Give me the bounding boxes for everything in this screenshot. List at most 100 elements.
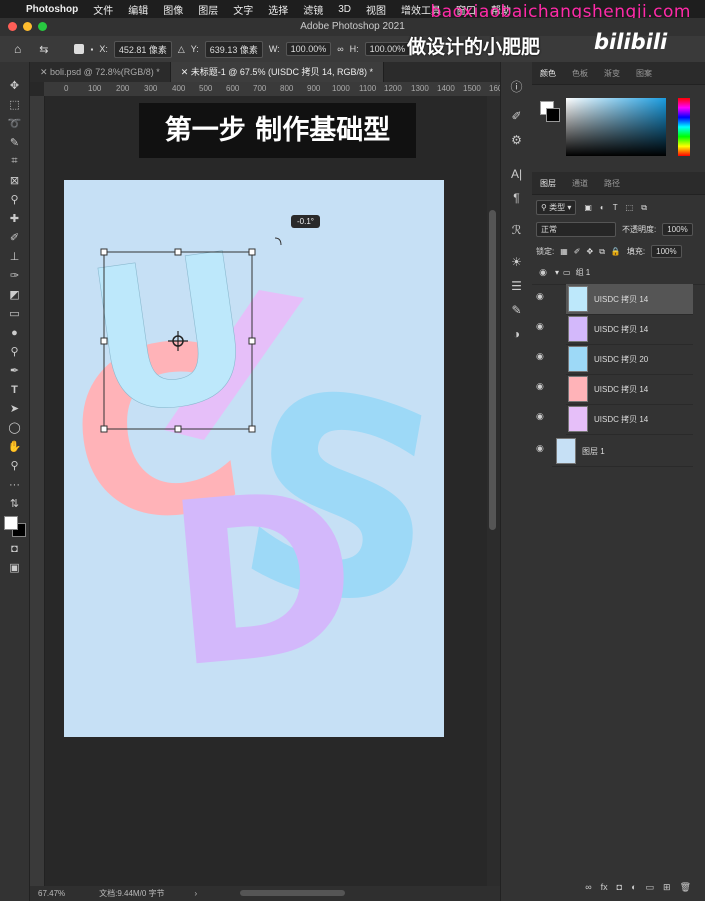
transform-handle[interactable] xyxy=(100,425,108,433)
transform-handle[interactable] xyxy=(174,425,182,433)
menu-app[interactable]: Photoshop xyxy=(26,4,78,15)
background-swatch[interactable] xyxy=(546,108,560,122)
filter-type-icon[interactable]: T xyxy=(613,203,618,212)
glyphs-icon[interactable]: ℛ xyxy=(501,218,532,242)
tab-patterns[interactable]: 图案 xyxy=(628,68,660,79)
healing-tool-icon[interactable]: ✚ xyxy=(0,209,29,228)
horizontal-ruler[interactable]: 0 100 200 300 400 500 600 700 800 900 10… xyxy=(44,82,500,97)
menu-view[interactable]: 视图 xyxy=(366,2,386,17)
lock-artboard-icon[interactable]: ⧉ xyxy=(599,247,605,257)
height-field[interactable]: 100.00% xyxy=(364,42,411,56)
brush-tool-icon[interactable]: ✐ xyxy=(0,228,29,247)
menu-type[interactable]: 文字 xyxy=(233,2,253,17)
swap-colors-icon[interactable]: ⇅ xyxy=(0,494,29,513)
new-group-icon[interactable]: ▭ xyxy=(646,882,655,893)
opacity-field[interactable]: 100% xyxy=(662,223,693,236)
close-window-button[interactable] xyxy=(8,22,17,31)
x-position-field[interactable]: 452.81 像素 xyxy=(113,40,172,58)
transform-handle[interactable] xyxy=(174,248,182,256)
adjustment-layer-icon[interactable]: ◐ xyxy=(631,882,636,893)
layer-row[interactable]: UISDC 拷贝 20 xyxy=(566,344,693,375)
document-info[interactable]: 文档:9.44M/0 字节 xyxy=(99,888,164,899)
visibility-eye-icon[interactable]: ◉ xyxy=(536,381,544,392)
lock-transparent-icon[interactable]: ▦ xyxy=(560,247,568,256)
reference-point-checkbox[interactable] xyxy=(74,44,85,54)
tab-gradients[interactable]: 渐变 xyxy=(596,68,628,79)
history-brush-icon[interactable]: ✑ xyxy=(0,266,29,285)
move-tool-preset-icon[interactable]: ⇆ xyxy=(39,43,48,56)
marquee-tool-icon[interactable]: ⬚ xyxy=(0,95,29,114)
layer-group[interactable]: ◉ ▾ ▭ 组 1 xyxy=(532,260,705,285)
filter-smart-icon[interactable]: ⧉ xyxy=(641,203,647,213)
layer-style-icon[interactable]: fx xyxy=(601,882,608,893)
link-icon[interactable]: ∞ xyxy=(337,44,343,54)
transform-handle[interactable] xyxy=(248,425,256,433)
adjustments-icon[interactable]: ⚙ xyxy=(501,128,532,152)
minimize-window-button[interactable] xyxy=(23,22,32,31)
delete-layer-icon[interactable]: 🗑 xyxy=(680,882,691,893)
chevron-right-icon[interactable]: › xyxy=(195,889,198,898)
home-icon[interactable]: ⌂ xyxy=(14,42,21,56)
more-tools-icon[interactable]: ··· xyxy=(0,475,29,494)
new-layer-icon[interactable]: ⊞ xyxy=(663,882,671,893)
tab-color[interactable]: 颜色 xyxy=(532,68,564,79)
tab-swatches[interactable]: 色板 xyxy=(564,68,596,79)
screen-mode-icon[interactable]: ▣ xyxy=(0,558,29,577)
tab-layers[interactable]: 图层 xyxy=(532,178,564,189)
quick-mask-icon[interactable]: ◘ xyxy=(0,539,29,558)
menu-select[interactable]: 选择 xyxy=(268,2,288,17)
zoom-level[interactable]: 67.47% xyxy=(38,889,65,898)
width-field[interactable]: 100.00% xyxy=(285,42,332,56)
shape-tool-icon[interactable]: ◯ xyxy=(0,418,29,437)
visibility-eye-icon[interactable]: ◉ xyxy=(536,291,544,302)
layer-row[interactable]: 图层 1 xyxy=(552,436,693,467)
path-select-tool-icon[interactable]: ➤ xyxy=(0,399,29,418)
layer-filter-select[interactable]: ⚲ 类型 ▾ xyxy=(536,200,577,215)
layer-row[interactable]: UISDC 拷贝 14 xyxy=(566,404,693,435)
move-tool-icon[interactable]: ✥ xyxy=(0,76,29,95)
quick-select-tool-icon[interactable]: ✎ xyxy=(0,133,29,152)
libraries-icon[interactable]: ✎ xyxy=(501,298,532,322)
filter-adjust-icon[interactable]: ◐ xyxy=(600,203,605,212)
crop-tool-icon[interactable]: ⌗ xyxy=(0,152,29,171)
brush-settings-icon[interactable]: ✐ xyxy=(501,104,532,128)
paragraph-icon[interactable]: ¶ xyxy=(501,186,532,210)
close-tab-icon[interactable]: ✕ xyxy=(181,67,191,77)
properties-icon[interactable]: ☰ xyxy=(501,274,532,298)
lasso-tool-icon[interactable]: ➰ xyxy=(0,114,29,133)
lock-position-icon[interactable]: ✥ xyxy=(587,247,594,256)
eyedropper-tool-icon[interactable]: ⚲ xyxy=(0,190,29,209)
vertical-scroll-thumb[interactable] xyxy=(489,210,496,530)
lock-image-icon[interactable]: ✐ xyxy=(574,247,581,256)
hand-tool-icon[interactable]: ✋ xyxy=(0,437,29,456)
tab-paths[interactable]: 路径 xyxy=(596,178,628,189)
visibility-eye-icon[interactable]: ◉ xyxy=(536,443,544,454)
character-icon[interactable]: A| xyxy=(501,162,532,186)
tab-boli[interactable]: ✕ boli.psd @ 72.8%(RGB/8) * xyxy=(30,62,171,82)
menu-layer[interactable]: 图层 xyxy=(198,2,218,17)
dodge-tool-icon[interactable]: ⚲ xyxy=(0,342,29,361)
zoom-window-button[interactable] xyxy=(38,22,47,31)
zoom-tool-icon[interactable]: ⚲ xyxy=(0,456,29,475)
vertical-ruler[interactable] xyxy=(30,96,45,886)
pen-tool-icon[interactable]: ✒ xyxy=(0,361,29,380)
menu-3d[interactable]: 3D xyxy=(338,4,351,15)
artboard[interactable]: C S D U xyxy=(64,180,444,737)
reference-point-icon[interactable]: ▪ xyxy=(90,45,93,54)
blur-tool-icon[interactable]: ● xyxy=(0,323,29,342)
tab-channels[interactable]: 通道 xyxy=(564,178,596,189)
transform-handle[interactable] xyxy=(248,248,256,256)
visibility-eye-icon[interactable]: ◉ xyxy=(535,267,551,278)
tab-untitled[interactable]: ✕ 未标题-1 @ 67.5% (UISDC 拷贝 14, RGB/8) * xyxy=(170,62,384,82)
eraser-tool-icon[interactable]: ◩ xyxy=(0,285,29,304)
filter-pixel-icon[interactable]: ▣ xyxy=(584,203,592,212)
menu-image[interactable]: 图像 xyxy=(163,2,183,17)
layer-row[interactable]: UISDC 拷贝 14 xyxy=(566,314,693,345)
transform-handle[interactable] xyxy=(100,248,108,256)
visibility-eye-icon[interactable]: ◉ xyxy=(536,351,544,362)
menu-edit[interactable]: 编辑 xyxy=(128,2,148,17)
gradient-tool-icon[interactable]: ▭ xyxy=(0,304,29,323)
foreground-color-swatch[interactable] xyxy=(4,516,18,530)
lock-all-icon[interactable]: 🔒 xyxy=(611,247,621,256)
visibility-eye-icon[interactable]: ◉ xyxy=(536,321,544,332)
